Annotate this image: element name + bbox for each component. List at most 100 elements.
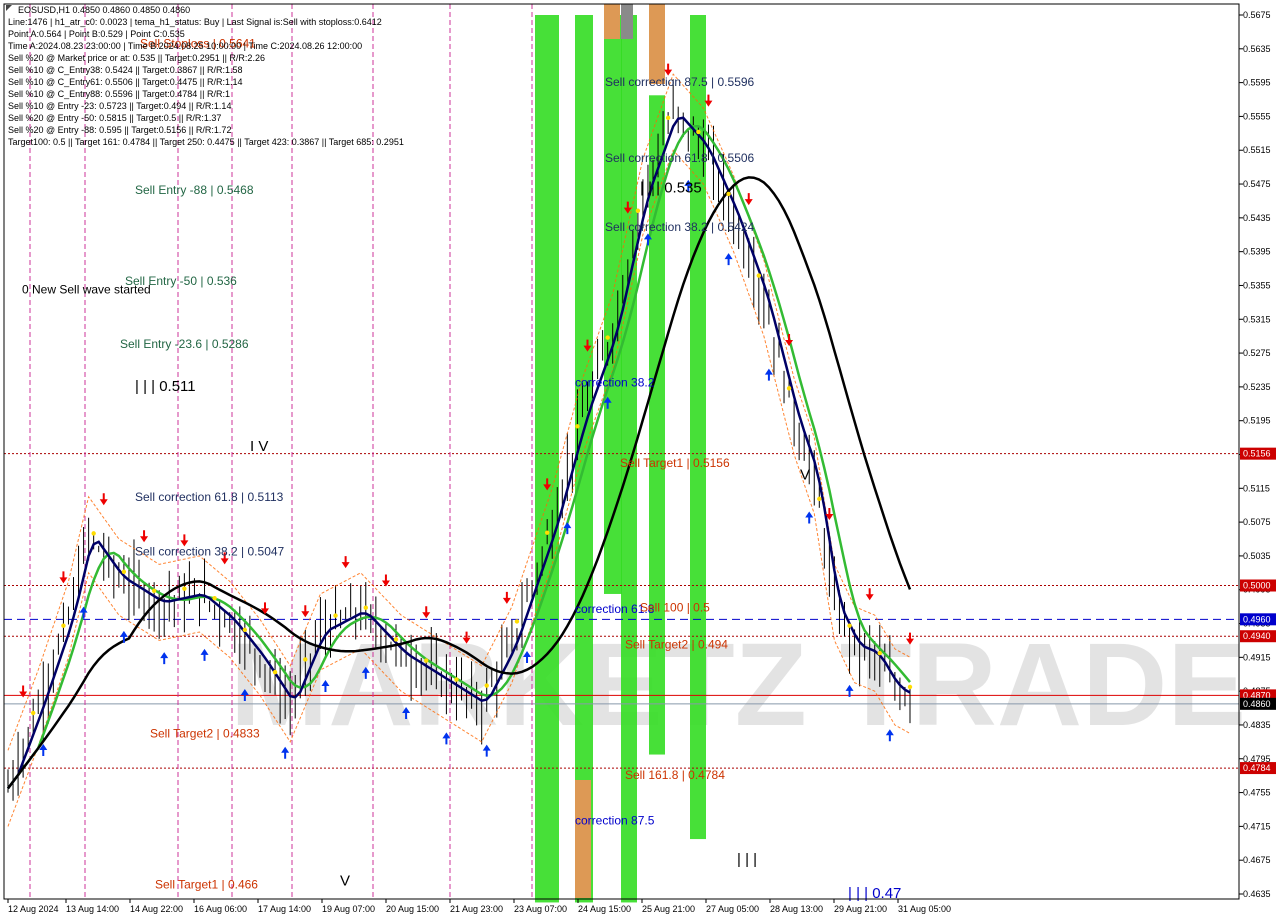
x-tick-label: 13 Aug 14:00 (66, 904, 119, 914)
signal-dot (605, 335, 610, 340)
y-tick-label: 0.5355 (1243, 280, 1271, 290)
signal-dot (817, 496, 822, 502)
annotation-label: V (340, 872, 350, 889)
annotation-label: 0 New Sell wave started (22, 283, 151, 297)
y-tick-label: 0.5035 (1243, 551, 1271, 561)
signal-dot (484, 683, 489, 688)
info-line: Sell %10 @ Entry -23: 0.5723 || Target:0… (8, 101, 231, 111)
info-line: Sell %10 @ C_Entry38: 0.5424 || Target:0… (8, 65, 242, 75)
signal-dot (575, 424, 580, 429)
y-tick-label: 0.4715 (1243, 821, 1271, 831)
signal-dot (907, 684, 913, 690)
annotation-label: Sell correction 61.8 | 0.5113 (135, 490, 284, 504)
y-tick-label: 0.4755 (1243, 788, 1271, 798)
y-tick-label: 0.5075 (1243, 517, 1271, 527)
signal-dot (454, 677, 459, 682)
price-chart[interactable]: MARKETZ TRADE Sell Stoploss | 0.5641Sell… (0, 0, 1280, 920)
y-tick-label: 0.5235 (1243, 382, 1271, 392)
y-tick-label: 0.5115 (1243, 483, 1270, 493)
info-line: Sell %20 @ Entry -50: 0.5815 || Target:0… (8, 113, 221, 123)
annotation-label: Sell 161.8 | 0.4784 (625, 768, 725, 782)
info-line: Point A:0.564 | Point B:0.529 | Point C:… (8, 29, 185, 39)
signal-dot (514, 619, 520, 624)
x-tick-label: 12 Aug 2024 (8, 904, 59, 914)
signal-dot (877, 650, 882, 656)
annotation-label: Sell correction 38.2 | 0.5047 (135, 545, 285, 559)
signal-dot (726, 191, 731, 197)
annotation-label: correction 87.5 (575, 813, 655, 827)
signal-dot (756, 273, 762, 278)
y-tick-label: 0.5675 (1243, 10, 1271, 20)
signal-dot (303, 657, 308, 662)
y-tick-label: 0.5515 (1243, 145, 1271, 155)
x-tick-label: 31 Aug 05:00 (898, 904, 951, 914)
info-line: Sell %10 @ C_Entry61: 0.5506 || Target:0… (8, 77, 242, 87)
y-tick-label: 0.5275 (1243, 348, 1271, 358)
green-zone (604, 15, 622, 594)
x-tick-label: 14 Aug 22:00 (130, 904, 183, 914)
x-tick-label: 24 Aug 15:00 (578, 904, 631, 914)
annotation-label: I V (250, 438, 268, 455)
annotation-label: | | | 0.535 (640, 179, 702, 196)
signal-dot (182, 586, 187, 591)
x-tick-label: 25 Aug 21:00 (642, 904, 695, 914)
price-tag-label: 0.5156 (1243, 449, 1271, 459)
annotation-label: Sell correction 87.5 | 0.5596 (605, 75, 755, 89)
annotation-label: Sell correction 38.2 | 0.5424 (605, 220, 755, 234)
signal-dot (847, 623, 852, 628)
y-tick-label: 0.4915 (1243, 652, 1271, 662)
info-line: Time A:2024.08.23 23:00:00 | Time B:2024… (8, 41, 362, 51)
y-tick-label: 0.5635 (1243, 44, 1271, 54)
annotation-label: Sell Target1 | 0.466 (155, 878, 258, 892)
y-tick-label: 0.5555 (1243, 111, 1271, 121)
x-tick-label: 28 Aug 13:00 (770, 904, 823, 914)
y-tick-label: 0.5435 (1243, 213, 1271, 223)
x-tick-label: 16 Aug 06:00 (194, 904, 247, 914)
y-tick-label: 0.5195 (1243, 416, 1271, 426)
annotation-label: Sell Entry -23.6 | 0.5286 (120, 337, 249, 351)
info-line: Sell %20 @ Entry -88: 0.595 || Target:0.… (8, 125, 231, 135)
watermark-text: MARKETZ TRADE (230, 619, 1246, 751)
price-tag-label: 0.4784 (1243, 763, 1271, 773)
price-tag-label: 0.5000 (1243, 581, 1271, 591)
annotation-label: Sell 100 | 0.5 (640, 600, 710, 614)
info-line: EOSUSD,H1 0.4850 0.4860 0.4850 0.4860 (18, 5, 190, 15)
info-line: Target100: 0.5 || Target 161: 0.4784 || … (8, 137, 404, 147)
signal-dot (151, 588, 157, 593)
info-line: Sell %20 @ Market price or at: 0.535 || … (8, 53, 265, 63)
signal-dot (91, 531, 96, 536)
annotation-label: Sell Target2 | 0.494 (625, 638, 728, 652)
orange-zone (649, 4, 665, 84)
info-line: Line:1476 | h1_atr_c0: 0.0023 | tema_h1_… (8, 17, 382, 27)
signal-dot (786, 386, 792, 391)
grey-zone (621, 4, 633, 39)
green-zone (535, 15, 559, 903)
y-tick-label: 0.5315 (1243, 314, 1271, 324)
annotation-label: Sell Target1 | 0.5156 (620, 456, 730, 470)
signal-dot (30, 710, 36, 716)
signal-dot (665, 115, 671, 121)
signal-dot (363, 605, 368, 610)
x-tick-label: 23 Aug 07:00 (514, 904, 567, 914)
x-tick-label: 19 Aug 07:00 (322, 904, 375, 914)
signal-dot (393, 637, 399, 642)
annotation-label: correction 38.2 (575, 376, 655, 390)
price-tag-label: 0.4940 (1243, 631, 1271, 641)
signal-dot (696, 129, 701, 135)
signal-dot (121, 569, 127, 574)
x-tick-label: 27 Aug 05:00 (706, 904, 759, 914)
signal-dot (242, 627, 248, 633)
chart-root: MARKETZ TRADE Sell Stoploss | 0.5641 Sell… (0, 0, 1280, 920)
signal-dot (212, 595, 217, 601)
orange-zone (604, 4, 620, 39)
annotation-label: Sell correction 61.8 | 0.5506 (605, 151, 755, 165)
y-tick-label: 0.5475 (1243, 179, 1271, 189)
x-tick-label: 29 Aug 21:00 (834, 904, 887, 914)
x-tick-label: 21 Aug 23:00 (450, 904, 503, 914)
y-tick-label: 0.5395 (1243, 247, 1271, 257)
y-tick-label: 0.5595 (1243, 78, 1271, 88)
price-tag-label: 0.4960 (1243, 614, 1271, 624)
annotation-label: Sell Target2 | 0.4833 (150, 726, 260, 740)
signal-dot (544, 530, 550, 535)
signal-dot (635, 208, 641, 214)
